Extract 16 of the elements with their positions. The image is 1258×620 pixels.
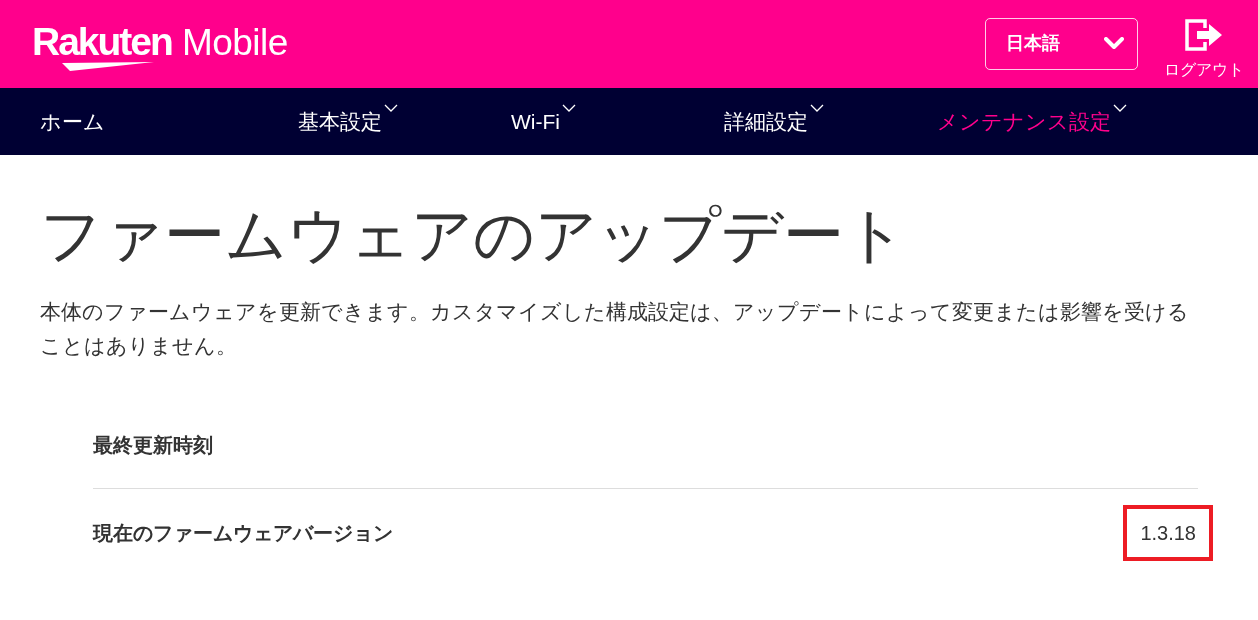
nav-tab[interactable]: メンテナンス設定 [937, 106, 1111, 137]
chevron-down-icon [1104, 37, 1124, 50]
nav-tab[interactable]: ホーム [40, 106, 105, 137]
logout-button[interactable]: ログアウト [1164, 18, 1244, 78]
language-select[interactable]: 日本語 [985, 17, 1138, 70]
page-description: 本体のファームウェアを更新できます。カスタマイズした構成設定は、アップデートによって変更または影響を受けることはありません。 [40, 299, 1190, 359]
info-label: 最終更新時刻 [93, 433, 213, 458]
info-label: 現在のファームウェアバージョン [93, 520, 393, 546]
nav-tab[interactable]: Wi-Fi [511, 106, 560, 137]
logout-icon [1185, 18, 1223, 51]
nav-tab[interactable]: 基本設定 [298, 106, 382, 137]
logo-product-text: Mobile [181, 23, 288, 61]
page-title: ファームウェアのアップデート [40, 205, 906, 266]
nav-tab[interactable]: 詳細設定 [724, 106, 808, 137]
logo-brand-text: Rakuten [32, 21, 172, 61]
info-value: 1.3.18 [1140, 520, 1196, 546]
